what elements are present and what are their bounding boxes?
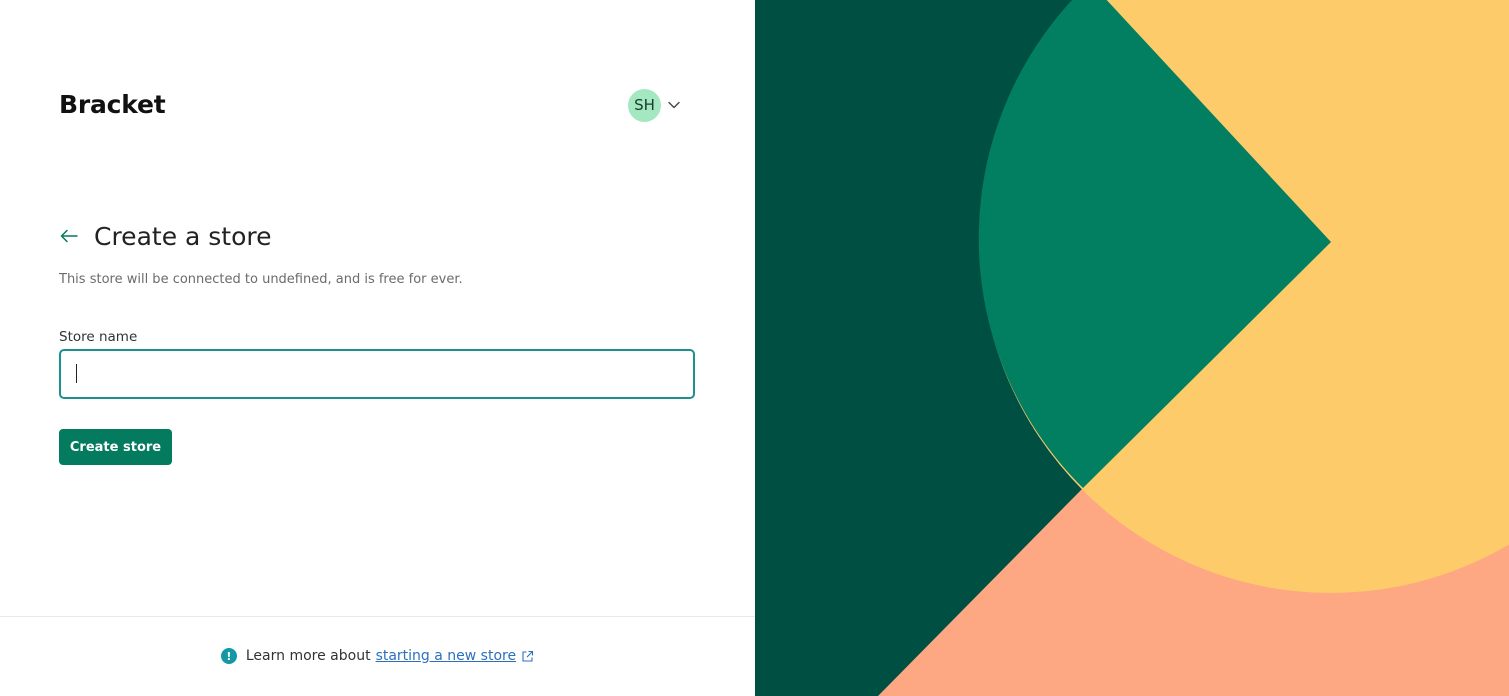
- store-name-input[interactable]: [59, 349, 695, 399]
- footer-prefix: Learn more about: [245, 648, 371, 664]
- footer-help: ! Learn more about starting a new store: [220, 648, 534, 664]
- info-icon: !: [220, 648, 237, 664]
- page-subtitle: This store will be connected to undefine…: [59, 272, 463, 287]
- starting-new-store-link[interactable]: starting a new store: [376, 648, 517, 664]
- arrow-left-icon[interactable]: [59, 226, 79, 246]
- geometric-illustration: [755, 0, 1509, 696]
- page-title: Create a store: [94, 221, 272, 251]
- text-caret: [76, 364, 77, 383]
- brand-logo: Bracket: [59, 90, 166, 119]
- create-store-button[interactable]: Create store: [59, 429, 172, 465]
- left-panel: Bracket SH Create a store This store wil…: [0, 0, 755, 696]
- chevron-down-icon: [667, 98, 681, 112]
- page: Bracket SH Create a store This store wil…: [0, 0, 1509, 696]
- footer: ! Learn more about starting a new store: [0, 616, 755, 696]
- store-name-label: Store name: [59, 329, 138, 345]
- illustration-panel: [755, 0, 1509, 696]
- title-row: Create a store: [59, 218, 272, 254]
- external-link-icon[interactable]: [521, 650, 534, 663]
- avatar: SH: [628, 88, 661, 122]
- account-menu[interactable]: SH: [628, 88, 681, 122]
